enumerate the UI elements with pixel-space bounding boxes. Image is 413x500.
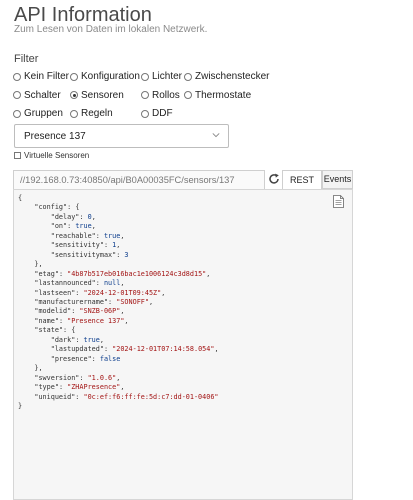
json-line: "sensitivity": 1,: [50, 241, 121, 250]
filter-row: Schalter Sensoren Rollos Thermostate: [13, 90, 313, 109]
json-line: "swversion": "1.0.6",: [34, 373, 121, 382]
filter-option-gruppen[interactable]: Gruppen: [13, 108, 63, 119]
json-line: }: [18, 401, 23, 410]
radio-circle[interactable]: [13, 72, 21, 81]
filter-heading: Filter: [14, 53, 39, 65]
json-line: "lastannounced": null,: [34, 279, 125, 288]
json-line: "reachable": true,: [50, 231, 125, 240]
json-line: "etag": "4b87b517eb016bac1e1006124c3d8d1…: [34, 269, 211, 278]
json-line: },: [18, 364, 43, 373]
json-line: "on": true,: [50, 222, 96, 231]
json-line: "name": "Presence 137",: [34, 316, 129, 325]
json-line: "type": "ZHAPresence",: [34, 383, 125, 392]
filter-option-label: Schalter: [24, 89, 61, 101]
document-icon[interactable]: [333, 195, 344, 208]
filter-option-label: Kein Filter: [24, 71, 70, 82]
json-line: },: [18, 260, 43, 269]
filter-option-label: DDF: [152, 108, 173, 119]
radio-circle[interactable]: [13, 91, 21, 99]
page-subtitle: Zum Lesen von Daten im lokalen Netzwerk.: [14, 24, 208, 35]
filter-option-schalter[interactable]: Schalter: [13, 90, 61, 101]
virtual-sensors-label: Virtuelle Sensoren: [24, 151, 90, 160]
tab-rest-api[interactable]: REST API: [282, 170, 322, 204]
radio-circle[interactable]: [70, 109, 78, 118]
radio-circle[interactable]: [141, 109, 149, 118]
filter-option-label: Regeln: [81, 108, 113, 119]
filter-option-label: Gruppen: [24, 108, 63, 119]
api-url-field[interactable]: //192.168.0.73:40850/api/B0A00035FC/sens…: [13, 170, 265, 190]
filter-option-label: Rollos: [152, 89, 180, 101]
virtual-sensors-toggle[interactable]: Virtuelle Sensoren: [14, 151, 89, 160]
json-line: "config": {: [34, 203, 80, 212]
json-line: {: [18, 194, 23, 202]
virtual-sensors-checkbox[interactable]: [14, 152, 21, 159]
refresh-icon[interactable]: [268, 173, 280, 185]
filter-option-label: Konfiguration: [81, 71, 140, 82]
filter-option-konfiguration[interactable]: Konfiguration: [70, 71, 140, 82]
filter-option-label: Sensoren: [81, 89, 124, 101]
filter-row: Kein Filter Konfiguration Lichter Zwisch…: [13, 71, 313, 90]
filter-option-lichter[interactable]: Lichter: [141, 71, 182, 82]
tab-events[interactable]: Events: [322, 170, 353, 189]
radio-circle[interactable]: [184, 72, 192, 81]
chevron-down-icon[interactable]: [212, 131, 220, 139]
json-line: "lastupdated": "2024-12-01T07:14:58.054"…: [50, 345, 219, 354]
radio-circle[interactable]: [70, 72, 78, 81]
json-response-panel: { "config": { "delay": 0, "on": true, "r…: [13, 189, 353, 500]
filter-option-thermostate[interactable]: Thermostate: [184, 90, 251, 101]
radio-circle[interactable]: [141, 91, 149, 99]
radio-circle-selected[interactable]: [70, 91, 78, 99]
filter-option-label: Zwischenstecker: [195, 71, 270, 82]
json-line: "presence": false: [50, 354, 121, 363]
json-line: "uniqueid": "0c:ef:f6:ff:fe:5d:c7:dd-01-…: [34, 392, 219, 401]
filter-option-ddf[interactable]: DDF: [141, 108, 173, 119]
filter-option-label: Thermostate: [195, 89, 252, 101]
json-code-block: { "config": { "delay": 0, "on": true, "r…: [14, 190, 352, 411]
filter-radio-group: Kein Filter Konfiguration Lichter Zwisch…: [13, 71, 313, 127]
filter-option-kein-filter[interactable]: Kein Filter: [13, 71, 69, 82]
radio-circle[interactable]: [141, 72, 149, 81]
filter-option-sensoren[interactable]: Sensoren: [70, 90, 124, 101]
filter-option-rollos[interactable]: Rollos: [141, 90, 180, 101]
device-select[interactable]: Presence 137: [14, 124, 229, 148]
radio-circle[interactable]: [13, 109, 21, 118]
filter-option-zwischenstecker[interactable]: Zwischenstecker: [184, 71, 269, 82]
json-line: "delay": 0,: [50, 212, 96, 221]
radio-circle[interactable]: [184, 91, 192, 99]
json-line: "dark": true,: [50, 335, 104, 344]
json-line: "modelid": "SNZB-06P",: [34, 307, 125, 316]
filter-option-regeln[interactable]: Regeln: [70, 108, 113, 119]
json-line: "lastseen": "2024-12-01T09:45Z",: [34, 288, 166, 297]
filter-option-label: Lichter: [152, 71, 183, 82]
json-line: "state": {: [34, 326, 76, 335]
device-select-value: Presence 137: [24, 131, 86, 142]
json-line: "sensitivitymax": 3: [50, 250, 129, 259]
json-line: "manufacturername": "SONOFF",: [34, 297, 154, 306]
